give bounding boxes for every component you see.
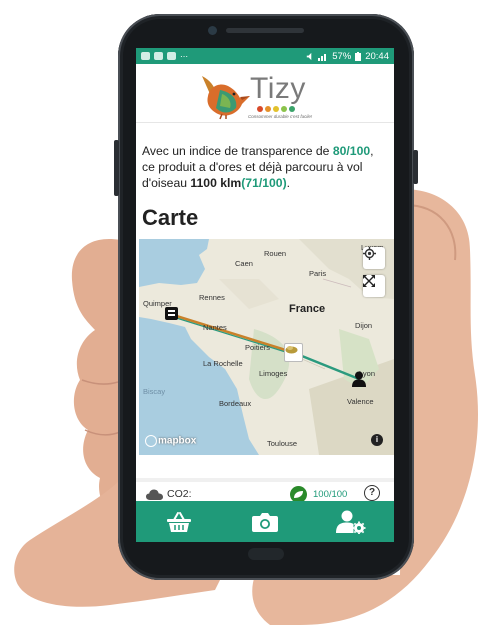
description-text: . bbox=[286, 176, 291, 190]
bottom-navigation bbox=[136, 501, 394, 542]
help-icon[interactable]: ? bbox=[364, 485, 380, 501]
rating-dot bbox=[281, 106, 287, 112]
basket-icon bbox=[167, 511, 191, 532]
camera-icon bbox=[252, 512, 278, 532]
nav-basket-button[interactable] bbox=[154, 504, 204, 540]
fullscreen-button[interactable] bbox=[363, 275, 385, 297]
logo-rating-dots bbox=[257, 106, 295, 112]
mapbox-attribution[interactable]: mapbox bbox=[145, 435, 196, 447]
map-city-label: Rouen bbox=[264, 249, 287, 258]
phone-power-button bbox=[413, 150, 418, 184]
map-city-label: Limoges bbox=[259, 369, 288, 378]
product-image-icon bbox=[285, 346, 298, 354]
locate-icon bbox=[363, 247, 376, 260]
map-sea-label: Biscay bbox=[143, 387, 166, 396]
nav-camera-button[interactable] bbox=[240, 504, 290, 540]
rating-dot bbox=[273, 106, 279, 112]
map-section-title: Carte bbox=[142, 205, 199, 230]
route-map[interactable]: Luxem Caen Rouen Paris Rennes Quimper Na… bbox=[139, 239, 394, 455]
map-city-label: Paris bbox=[309, 269, 327, 278]
distance-score: (71/100) bbox=[241, 176, 287, 190]
origin-marker-icon[interactable] bbox=[165, 307, 178, 320]
tagline: Consommer durable c'est facile! bbox=[248, 114, 313, 119]
battery-icon bbox=[355, 51, 362, 61]
map-city-label: Dijon bbox=[355, 321, 373, 330]
map-city-label: Valence bbox=[347, 397, 374, 406]
map-country-label: France bbox=[289, 303, 326, 315]
map-city-label: La Rochelle bbox=[203, 359, 243, 368]
fullscreen-icon bbox=[363, 275, 375, 287]
mapbox-logo-icon bbox=[145, 435, 157, 447]
mapbox-text: mapbox bbox=[158, 435, 197, 447]
more-notifications-icon: ⋯ bbox=[180, 51, 188, 61]
product-marker-icon[interactable] bbox=[284, 343, 303, 362]
rating-dot bbox=[265, 106, 271, 112]
locate-button[interactable] bbox=[363, 247, 385, 269]
map-city-label: Toulouse bbox=[267, 439, 298, 448]
gallery-icon bbox=[154, 52, 163, 60]
co2-score: 100/100 bbox=[313, 489, 348, 500]
app-screen: ⋯ 57% 20:44 Tizy Consommer durable c'est… bbox=[136, 48, 394, 542]
map-city-label: Nantes bbox=[203, 323, 227, 332]
nav-user-settings-button[interactable] bbox=[326, 504, 376, 540]
notification-icons: ⋯ bbox=[141, 52, 188, 61]
map-city-label: Bordeaux bbox=[219, 399, 252, 408]
rating-dot bbox=[289, 106, 295, 112]
status-bar: ⋯ 57% 20:44 bbox=[136, 48, 394, 64]
product-description: Avec un indice de transparence de 80/100… bbox=[142, 143, 388, 191]
map-city-label: Caen bbox=[235, 259, 253, 268]
battery-text: 57% bbox=[332, 50, 352, 62]
map-info-icon[interactable]: i bbox=[371, 434, 383, 446]
cloud-icon bbox=[146, 489, 163, 500]
co2-label: CO2: bbox=[167, 488, 192, 500]
distance-value: 1100 klm bbox=[190, 176, 242, 190]
bird-logo-icon bbox=[202, 76, 250, 120]
map-city-label: Poitiers bbox=[245, 343, 271, 352]
clock: 20:44 bbox=[365, 50, 389, 62]
app-notification-icon bbox=[167, 52, 176, 60]
mute-icon bbox=[307, 52, 312, 60]
app-header: Tizy Consommer durable c'est facile! bbox=[136, 64, 394, 123]
phone-home-button bbox=[248, 548, 284, 560]
user-settings-icon bbox=[336, 510, 366, 534]
description-text: Avec un indice de transparence de bbox=[142, 144, 333, 158]
rating-dot bbox=[257, 106, 263, 112]
signal-icon bbox=[318, 53, 327, 61]
front-camera bbox=[208, 26, 217, 35]
whatsapp-icon bbox=[141, 52, 150, 60]
phone-volume-button bbox=[114, 140, 119, 196]
logo-text: Tizy bbox=[250, 72, 306, 105]
transparency-score: 80/100 bbox=[332, 144, 371, 158]
status-indicators: 57% 20:44 bbox=[305, 51, 389, 62]
phone-speaker bbox=[226, 28, 304, 33]
map-city-label: Rennes bbox=[199, 293, 225, 302]
